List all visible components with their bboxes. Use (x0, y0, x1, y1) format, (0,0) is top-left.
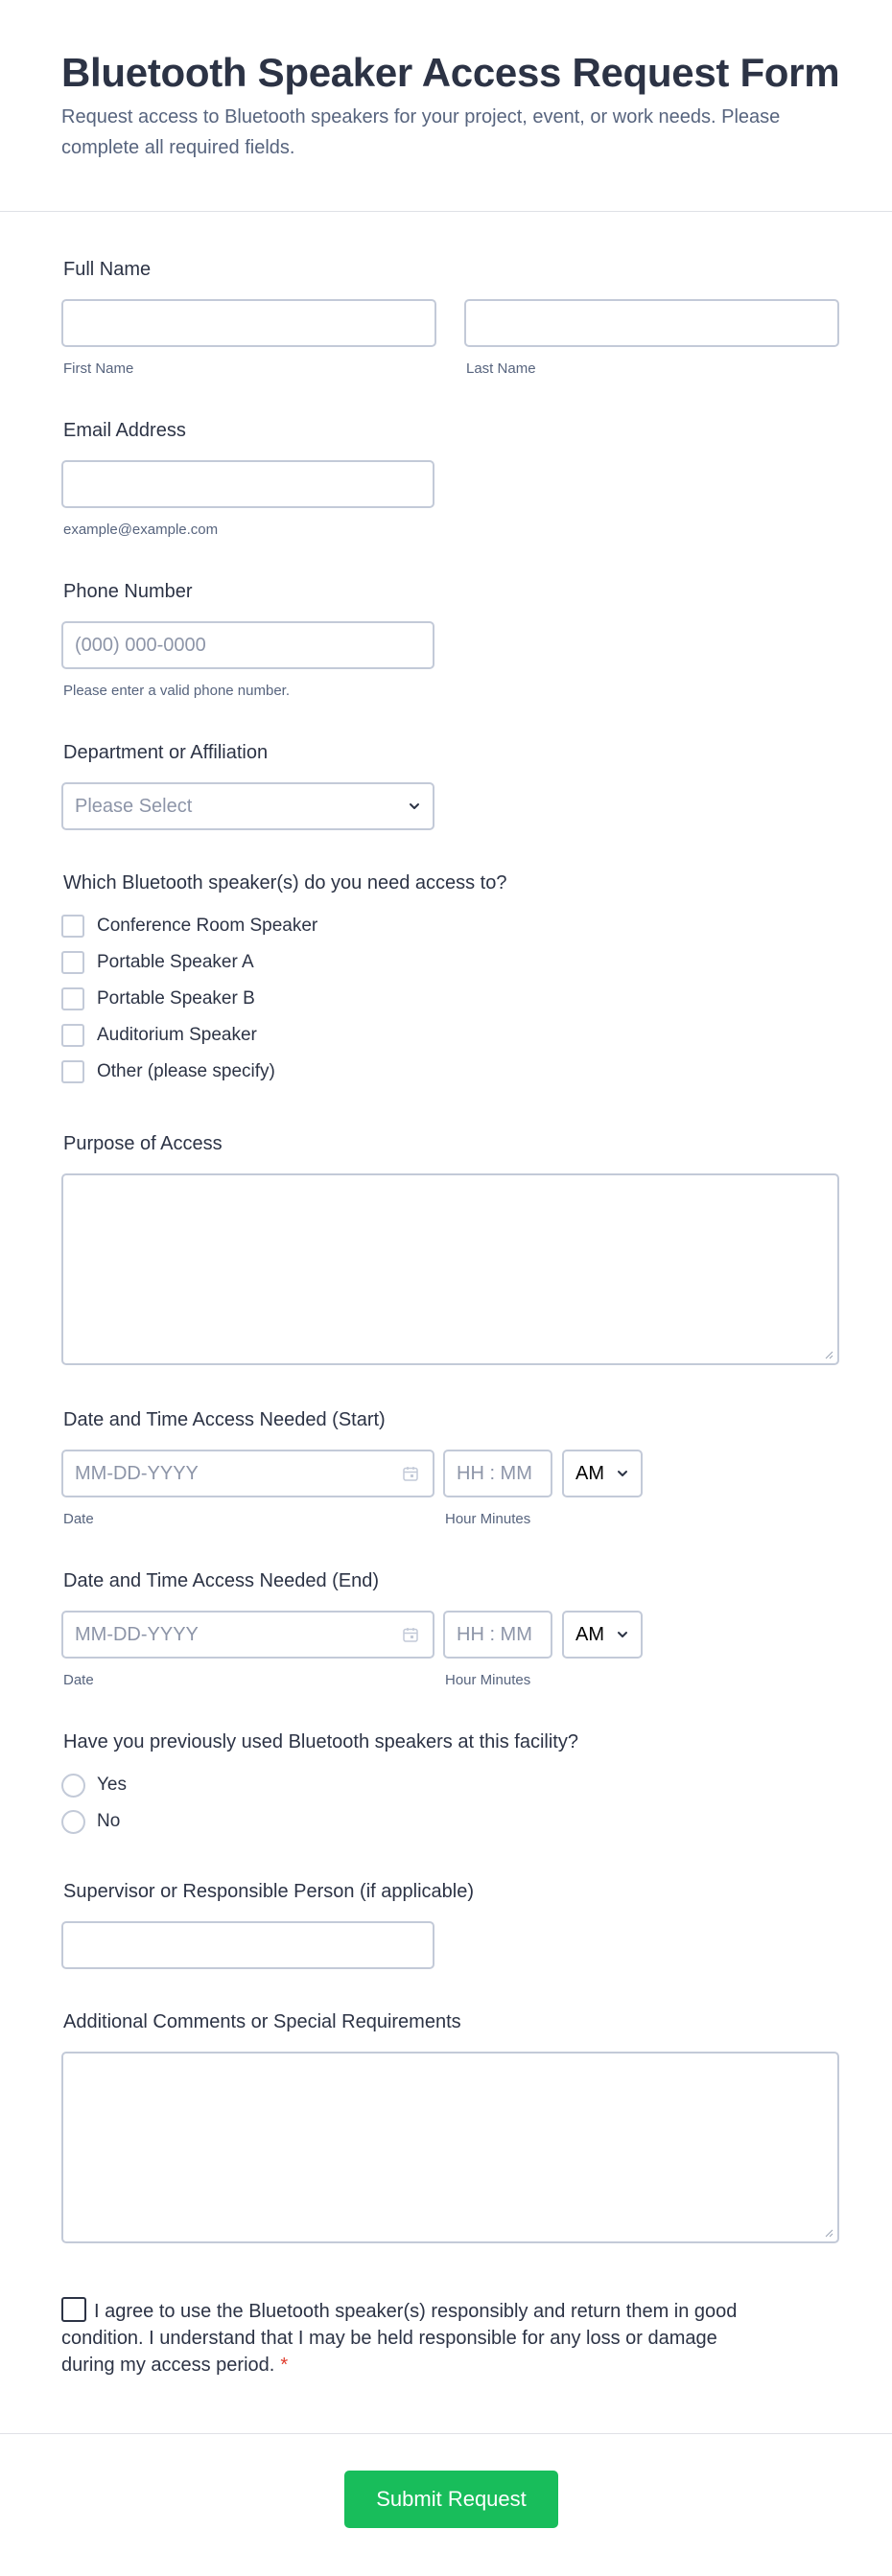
start-datetime-label: Date and Time Access Needed (Start) (63, 1409, 386, 1430)
agreement-checkbox[interactable] (61, 2297, 86, 2322)
checkbox[interactable] (61, 1024, 84, 1047)
previous-use-label: Have you previously used Bluetooth speak… (63, 1731, 578, 1752)
radio-label: Yes (97, 1775, 127, 1795)
end-time-input[interactable]: HH : MM (443, 1611, 552, 1659)
start-time-input[interactable]: HH : MM (443, 1450, 552, 1497)
end-time-placeholder: HH : MM (457, 1624, 532, 1645)
start-date-sublabel: Date (63, 1511, 94, 1527)
speakers-label: Which Bluetooth speaker(s) do you need a… (63, 872, 507, 893)
end-date-placeholder: MM-DD-YYYY (75, 1624, 199, 1645)
comments-textarea[interactable] (61, 2052, 839, 2243)
checkbox[interactable] (61, 1060, 84, 1083)
department-label: Department or Affiliation (63, 742, 269, 763)
checkbox[interactable] (61, 987, 84, 1010)
start-time-sublabel: Hour Minutes (445, 1511, 531, 1527)
form-subtitle: Request access to Bluetooth speakers for… (61, 106, 781, 158)
email-label: Email Address (63, 420, 186, 441)
phone-label: Phone Number (63, 581, 193, 602)
email-input[interactable] (61, 460, 434, 508)
speaker-option-label: Conference Room Speaker (97, 916, 318, 936)
required-asterisk: * (280, 2355, 289, 2376)
submit-button[interactable]: Submit Request (344, 2471, 558, 2528)
speaker-option-label: Auditorium Speaker (97, 1025, 257, 1045)
start-time-placeholder: HH : MM (457, 1463, 532, 1484)
supervisor-input[interactable] (61, 1921, 434, 1969)
calendar-icon[interactable] (402, 1465, 419, 1482)
resize-grip-icon[interactable] (824, 2228, 833, 2238)
agreement-field: I agree to use the Bluetooth speaker(s) … (61, 2297, 752, 2379)
email-sublabel: example@example.com (63, 522, 219, 538)
end-ampm-select[interactable]: AM (562, 1611, 643, 1659)
checkbox[interactable] (61, 915, 84, 938)
chevron-down-icon (618, 1471, 627, 1476)
start-date-input[interactable]: MM-DD-YYYY (61, 1450, 434, 1497)
chevron-down-icon (410, 803, 419, 809)
full-name-label: Full Name (63, 259, 152, 280)
end-time-sublabel: Hour Minutes (445, 1672, 531, 1688)
end-datetime-label: Date and Time Access Needed (End) (63, 1570, 380, 1591)
speaker-option-label: Portable Speaker A (97, 952, 254, 972)
end-date-input[interactable]: MM-DD-YYYY (61, 1611, 434, 1659)
phone-placeholder: (000) 000-0000 (75, 635, 206, 656)
purpose-textarea[interactable] (61, 1173, 839, 1365)
comments-label: Additional Comments or Special Requireme… (63, 2011, 461, 2032)
start-date-placeholder: MM-DD-YYYY (75, 1463, 199, 1484)
phone-sublabel: Please enter a valid phone number. (63, 683, 290, 699)
end-ampm-value: AM (575, 1624, 604, 1645)
first-name-sublabel: First Name (63, 360, 134, 377)
radio-button[interactable] (61, 1774, 85, 1798)
form-header: Bluetooth Speaker Access Request Form Re… (0, 0, 892, 212)
purpose-label: Purpose of Access (63, 1133, 223, 1154)
first-name-input[interactable] (61, 299, 436, 347)
last-name-input[interactable] (464, 299, 839, 347)
radio-button[interactable] (61, 1810, 85, 1834)
radio-label: No (97, 1811, 121, 1831)
start-ampm-select[interactable]: AM (562, 1450, 643, 1497)
resize-grip-icon[interactable] (824, 1350, 833, 1359)
last-name-sublabel: Last Name (466, 360, 536, 377)
checkbox[interactable] (61, 951, 84, 974)
speaker-option-label: Other (please specify) (97, 1061, 275, 1081)
footer-divider (0, 2433, 892, 2434)
end-date-sublabel: Date (63, 1672, 94, 1688)
phone-input[interactable]: (000) 000-0000 (61, 621, 434, 669)
speaker-option-label: Portable Speaker B (97, 988, 255, 1009)
department-selected-value: Please Select (75, 796, 193, 817)
agreement-text: I agree to use the Bluetooth speaker(s) … (61, 2301, 738, 2376)
start-ampm-value: AM (575, 1463, 604, 1484)
supervisor-label: Supervisor or Responsible Person (if app… (63, 1881, 474, 1902)
department-select[interactable]: Please Select (61, 782, 434, 830)
calendar-icon[interactable] (402, 1626, 419, 1643)
form-title: Bluetooth Speaker Access Request Form (61, 50, 840, 95)
chevron-down-icon (618, 1632, 627, 1637)
